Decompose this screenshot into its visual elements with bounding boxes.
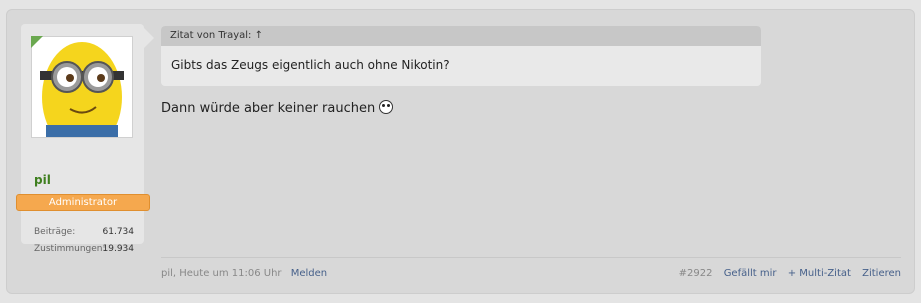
online-indicator [31,36,43,48]
stat-posts: Beiträge: 61.734 [34,227,134,237]
message-body: Dann würde aber keiner rauchen [161,100,394,116]
message-text: Dann würde aber keiner rauchen [161,101,376,116]
post-actions: #2922 Gefällt mir + Multi-Zitat Zitieren [671,268,901,279]
speech-pointer [144,28,154,48]
post-meta: pil, Heute um 11:06 Uhr Melden [161,268,327,279]
smiley-icon [379,100,394,114]
stat-value: 61.734 [102,227,135,237]
user-info-panel: pil Administrator Beiträge: 61.734 Zusti… [16,24,150,254]
like-link[interactable]: Gefällt mir [724,268,777,279]
post-number[interactable]: #2922 [679,268,713,279]
quote-link[interactable]: Zitieren [862,268,901,279]
quote-block: Zitat von Trayal: ↑ Gibts das Zeugs eige… [161,26,761,86]
stat-label: Beiträge: [34,227,76,237]
multiquote-link[interactable]: + Multi-Zitat [788,268,851,279]
report-link[interactable]: Melden [291,268,327,279]
role-badge: Administrator [16,194,150,211]
quote-text: Gibts das Zeugs eigentlich auch ohne Nik… [171,58,450,72]
author-time[interactable]: pil, Heute um 11:06 Uhr [161,268,282,279]
avatar[interactable] [31,36,133,138]
post-container: pil Administrator Beiträge: 61.734 Zusti… [6,9,915,294]
quote-header[interactable]: Zitat von Trayal: ↑ [161,26,761,46]
stat-value: 19.934 [102,244,135,254]
footer-divider [161,257,901,258]
stat-label: Zustimmungen: [34,244,106,254]
minion-avatar-image [32,37,132,137]
username[interactable]: pil [34,173,51,187]
stat-likes: Zustimmungen: 19.934 [34,244,134,254]
